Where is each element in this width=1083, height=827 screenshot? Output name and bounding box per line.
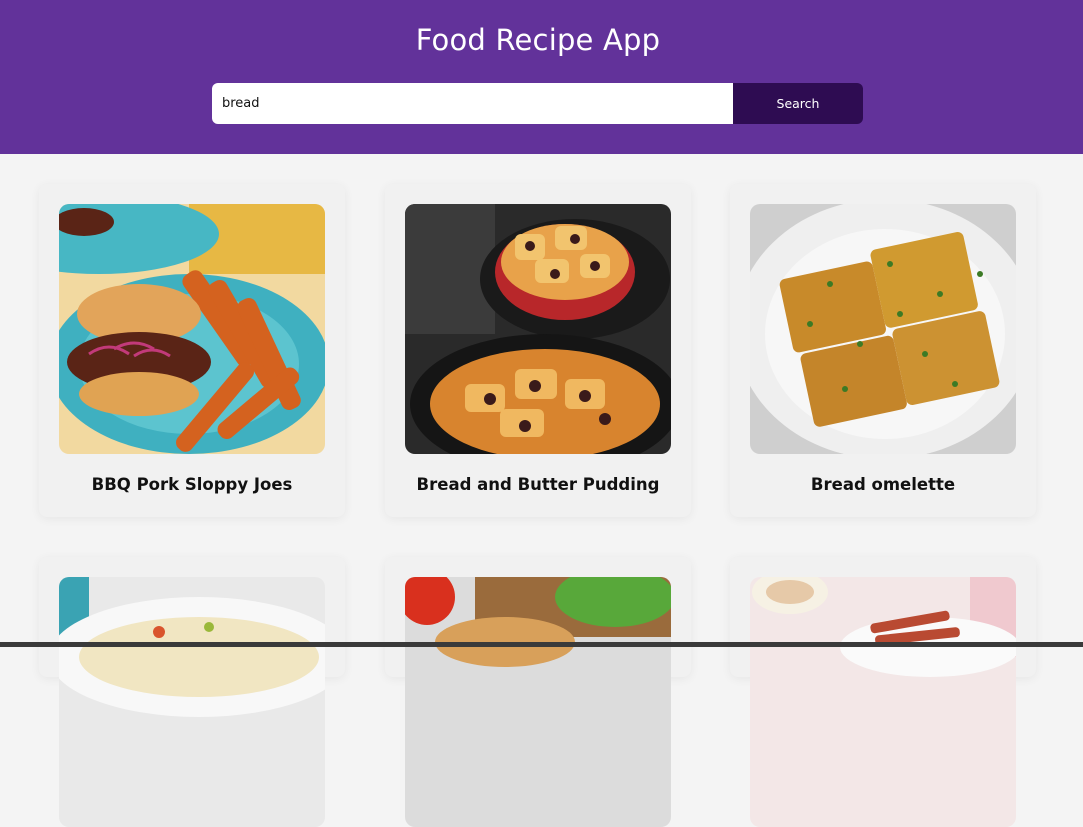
meal-image[interactable] [59,577,325,827]
app-header: Food Recipe App Search [0,0,1083,154]
meal-card[interactable]: Bread omelette [730,184,1036,517]
meal-card[interactable] [385,557,691,827]
meal-image[interactable] [750,204,1016,454]
meal-image[interactable] [750,577,1016,827]
meal-name: BBQ Pork Sloppy Joes [91,475,293,494]
search-button[interactable]: Search [733,83,863,124]
meal-card[interactable]: Bread and Butter Pudding [385,184,691,517]
search-form: Search [212,83,863,124]
meal-image[interactable] [59,204,325,454]
meal-name: Bread omelette [810,475,956,494]
meal-card[interactable]: BBQ Pork Sloppy Joes [39,184,345,517]
meal-name: Bread and Butter Pudding [416,475,660,494]
app-title: Food Recipe App [415,23,661,57]
meal-image[interactable] [405,577,671,827]
meal-image[interactable] [405,204,671,454]
meal-card[interactable] [730,557,1036,827]
window-bottom-edge [0,642,1083,647]
meal-card[interactable] [39,557,345,827]
search-input[interactable] [212,83,733,124]
